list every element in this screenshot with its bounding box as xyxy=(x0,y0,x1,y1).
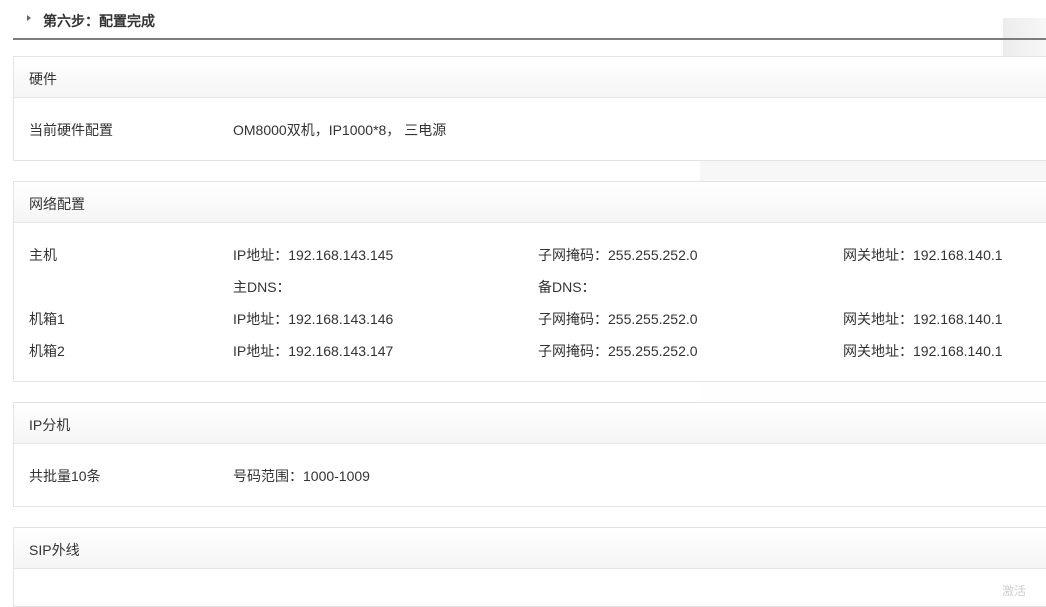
subnet-mask: 子网掩码：255.255.252.0 xyxy=(538,247,698,263)
activation-watermark: 激活 xyxy=(1002,584,1027,598)
gateway-address: 网关地址：192.168.140.1 xyxy=(843,247,1003,263)
batch-count: 共批量10条 xyxy=(29,468,101,484)
panel-header: IP分机 xyxy=(14,403,1046,444)
ip-extension-row: 共批量10条 号码范围：1000-1009 xyxy=(14,466,1046,486)
network-panel: 网络配置 主机 IP地址：192.168.143.145 子网掩码：255.25… xyxy=(13,181,1046,382)
panel-header: 网络配置 xyxy=(14,182,1046,223)
device-name: 机箱1 xyxy=(29,311,65,327)
ip-address: IP地址：192.168.143.145 xyxy=(233,247,394,263)
device-name: 主机 xyxy=(29,247,57,263)
ip-extension-panel: IP分机 共批量10条 号码范围：1000-1009 xyxy=(13,402,1046,507)
panel-header: 硬件 xyxy=(14,57,1046,98)
panel-title: 网络配置 xyxy=(29,196,85,212)
sip-trunk-panel: SIP外线 xyxy=(13,527,1046,607)
step-title: 第六步：配置完成 xyxy=(43,13,155,29)
panel-title: 硬件 xyxy=(29,71,57,87)
network-row-dns: 主DNS： 备DNS： xyxy=(14,277,1046,297)
network-row-chassis-1: 机箱1 IP地址：192.168.143.146 子网掩码：255.255.25… xyxy=(14,309,1046,329)
secondary-dns: 备DNS： xyxy=(538,279,596,295)
hardware-label: 当前硬件配置 xyxy=(29,122,113,138)
hardware-row: 当前硬件配置 OM8000双机，IP1000*8， 三电源 xyxy=(14,120,1046,140)
gateway-address: 网关地址：192.168.140.1 xyxy=(843,343,1003,359)
panel-header: SIP外线 xyxy=(14,528,1046,569)
caret-right-icon xyxy=(27,15,31,21)
panel-title: IP分机 xyxy=(29,417,71,433)
ip-address: IP地址：192.168.143.146 xyxy=(233,311,394,327)
network-row-host: 主机 IP地址：192.168.143.145 子网掩码：255.255.252… xyxy=(14,245,1046,265)
panel-title: SIP外线 xyxy=(29,542,80,558)
hardware-panel: 硬件 当前硬件配置 OM8000双机，IP1000*8， 三电源 xyxy=(13,56,1046,161)
subnet-mask: 子网掩码：255.255.252.0 xyxy=(538,343,698,359)
ip-address: IP地址：192.168.143.147 xyxy=(233,343,394,359)
device-name: 机箱2 xyxy=(29,343,65,359)
primary-dns: 主DNS： xyxy=(233,279,291,295)
number-range: 号码范围：1000-1009 xyxy=(233,468,370,484)
step-header: 第六步：配置完成 xyxy=(13,0,1046,40)
subnet-mask: 子网掩码：255.255.252.0 xyxy=(538,311,698,327)
network-row-chassis-2: 机箱2 IP地址：192.168.143.147 子网掩码：255.255.25… xyxy=(14,341,1046,361)
hardware-value: OM8000双机，IP1000*8， 三电源 xyxy=(233,122,447,138)
gateway-address: 网关地址：192.168.140.1 xyxy=(843,311,1003,327)
